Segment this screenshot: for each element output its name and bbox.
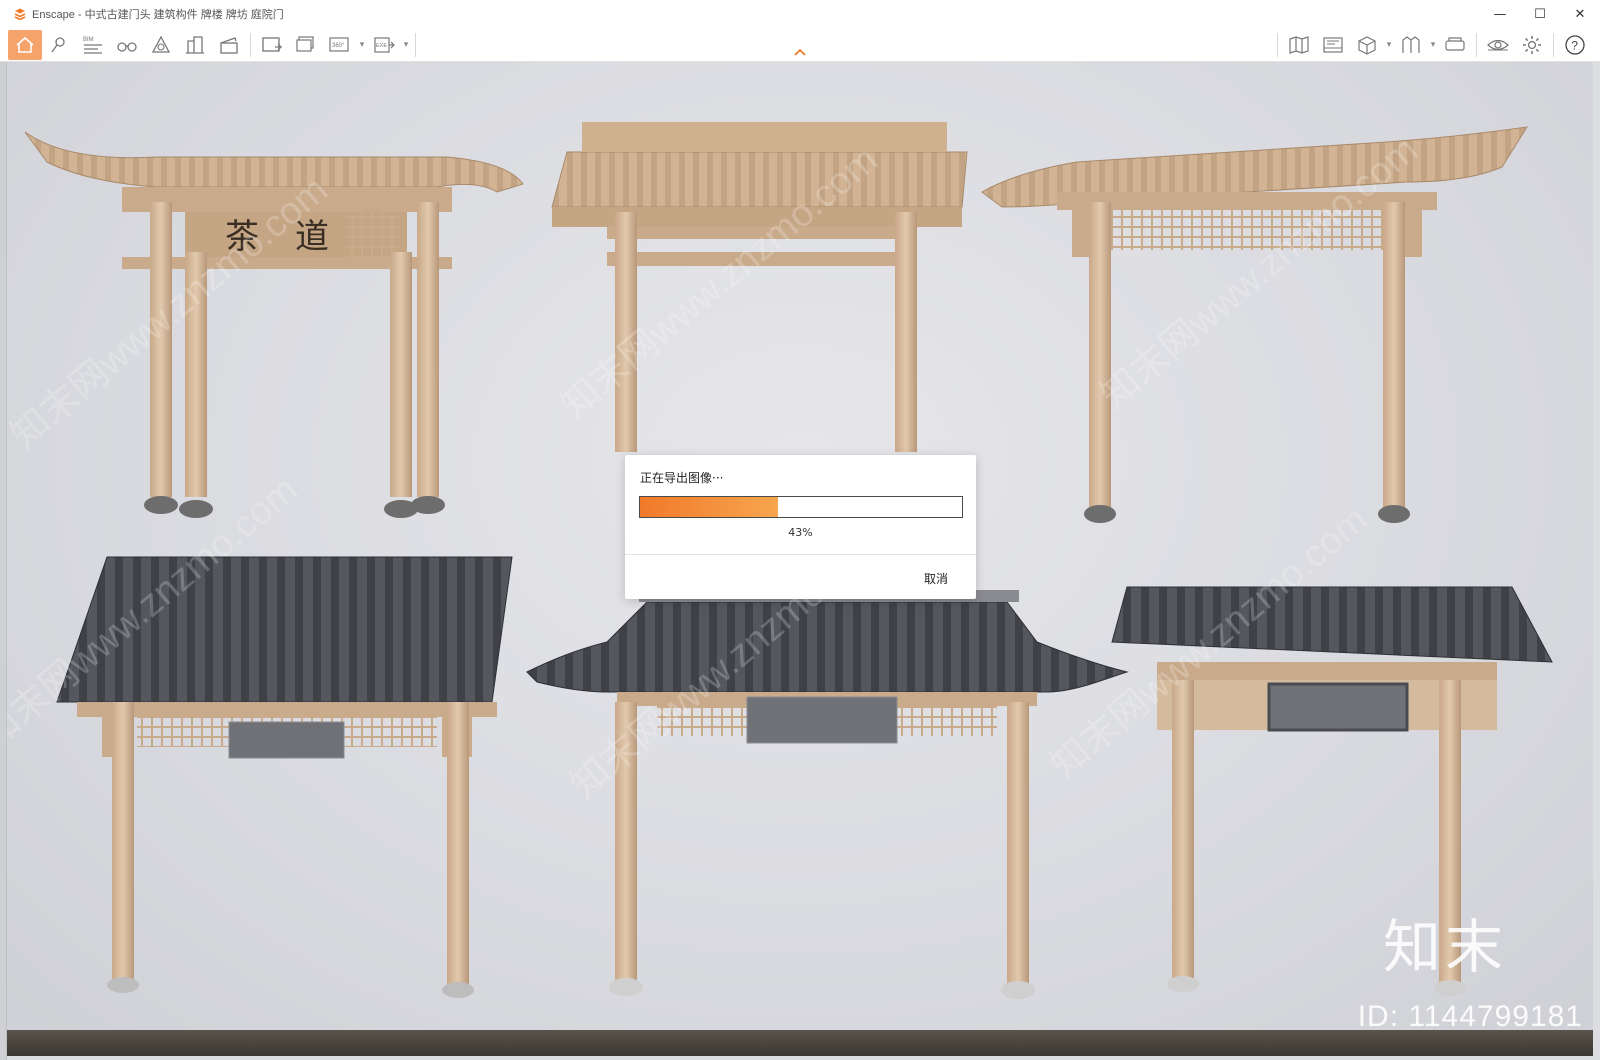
export-exe-icon: EXE [374,37,395,53]
export-exe-button[interactable]: EXE [367,30,401,60]
panorama-icon: 360° [329,37,349,52]
export-progress-fill [640,497,778,517]
video-editor-button[interactable] [1316,30,1350,60]
collapse-toolbar-chevron-up-icon[interactable] [793,47,807,57]
toolbar-divider [415,33,416,57]
visual-settings-button[interactable] [1481,30,1515,60]
binoculars-icon [117,42,137,52]
pin-icon [51,37,65,53]
toolbar-left-group: BIM 360° ▾ EXE ▾ [8,30,420,60]
toolbar-divider [1553,33,1554,57]
buildings-button[interactable] [178,30,212,60]
close-button[interactable]: ✕ [1560,0,1600,28]
progress-percent: 43% [788,526,813,539]
settings-button[interactable] [1515,30,1549,60]
asset-dropdown-chevron-icon[interactable]: ▾ [1428,30,1438,60]
dialog-divider [625,554,976,555]
asset-library-icon [1402,36,1420,53]
export-exe-label: EXE [376,43,387,49]
screenshot-icon [262,37,282,52]
export-progress-bar [639,496,963,518]
main-toolbar: BIM 360° ▾ EXE ▾ ▾ ▾ ? [0,28,1600,62]
cube-dropdown-chevron-icon[interactable]: ▾ [1384,30,1394,60]
home-button[interactable] [8,30,42,60]
toolbar-divider [250,33,251,57]
side-panel-edge[interactable] [0,62,7,1060]
map-icon [1289,36,1309,54]
clapper-icon [220,37,238,54]
gate-3-model [981,126,1528,523]
help-label: ? [1571,39,1578,53]
gate-5-model [526,590,1129,999]
export-progress-dialog: 正在导出图像··· 43% 取消 [625,455,976,599]
panorama-label: 360° [332,43,345,49]
panorama-button[interactable]: 360° [323,30,357,60]
batch-render-button[interactable] [289,30,323,60]
shape-icon [151,35,171,53]
home-icon [16,36,34,53]
cube-icon [1358,36,1376,55]
dialog-title: 正在导出图像··· [640,471,724,485]
settings-gear-icon [1523,36,1541,54]
batch-render-icon [296,36,314,52]
video-editor-icon [1323,37,1343,53]
export-dropdown-chevron-icon[interactable]: ▾ [401,30,411,60]
help-icon: ? [1565,35,1585,55]
brand-logo: 知末 [1382,913,1507,981]
cube-button[interactable] [1350,30,1384,60]
map-button[interactable] [1282,30,1316,60]
minimize-button[interactable]: — [1480,0,1520,28]
panorama-dropdown-chevron-icon[interactable]: ▾ [357,30,367,60]
shape-button[interactable] [144,30,178,60]
clapper-button[interactable] [212,30,246,60]
vr-headset-button[interactable] [1438,30,1472,60]
enscape-window: Enscape - 中式古建门头 建筑构件 牌楼 牌坊 庭院门 — ☐ ✕ BI… [0,0,1600,1060]
toolbar-right-group: ▾ ▾ ? [1273,30,1592,60]
binoculars-button[interactable] [110,30,144,60]
window-controls: — ☐ ✕ [1480,0,1600,28]
maximize-button[interactable]: ☐ [1520,0,1560,28]
enscape-logo-icon [14,8,26,20]
cancel-button[interactable]: 取消 [924,570,948,587]
buildings-icon [186,36,204,54]
title-bar: Enscape - 中式古建门头 建筑构件 牌楼 牌坊 庭院门 — ☐ ✕ [0,0,1600,28]
visual-settings-eye-icon [1487,39,1509,51]
gate-2-model [551,122,968,452]
window-title: Enscape - 中式古建门头 建筑构件 牌楼 牌坊 庭院门 [32,9,284,21]
brand-id: ID: 1144799181 [1357,1000,1583,1033]
toolbar-divider [1476,33,1477,57]
bim-label: BIM [83,37,94,43]
help-button[interactable]: ? [1558,30,1592,60]
bim-button[interactable]: BIM [76,30,110,60]
asset-library-button[interactable] [1394,30,1428,60]
screenshot-button[interactable] [255,30,289,60]
views-button[interactable] [42,30,76,60]
vr-headset-icon [1445,37,1465,51]
toolbar-divider [1277,33,1278,57]
bim-icon: BIM [83,37,102,54]
